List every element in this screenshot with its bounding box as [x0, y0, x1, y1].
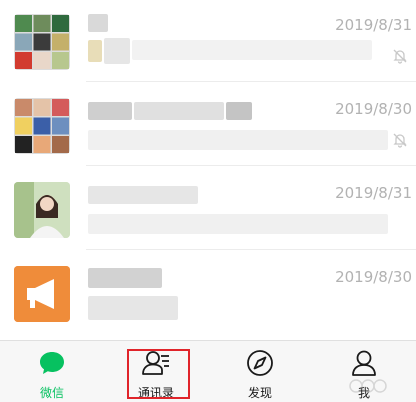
chat-preview-redacted	[88, 296, 178, 320]
mute-bell-icon	[393, 133, 407, 148]
tab-label: 微信	[39, 386, 64, 400]
divider	[86, 81, 416, 82]
chat-time: 2019/8/31	[335, 184, 412, 202]
divider	[86, 249, 416, 250]
chat-bubble-icon	[40, 352, 64, 374]
chat-preview-redacted	[88, 130, 388, 150]
contact-avatar	[14, 182, 70, 238]
tab-discover[interactable]: 发现	[208, 341, 312, 402]
watermark-logo	[349, 379, 387, 393]
chat-list-item[interactable]: 2019/8/30	[0, 84, 416, 166]
mute-bell-icon	[393, 49, 407, 64]
compass-icon	[247, 350, 273, 376]
group-avatar	[14, 14, 70, 70]
megaphone-avatar	[14, 266, 70, 322]
chat-preview-redacted	[104, 38, 130, 64]
chat-time: 2019/8/30	[335, 100, 412, 118]
chat-list-item[interactable]: 2019/8/30	[0, 252, 416, 334]
highlight-annotation-box	[127, 349, 190, 399]
tab-label: 发现	[247, 386, 272, 400]
person-icon	[352, 350, 376, 376]
chat-list-item[interactable]: 2019/8/31	[0, 168, 416, 250]
chat-preview-redacted	[88, 40, 102, 62]
chat-name-redacted	[88, 186, 198, 204]
chat-name-redacted	[134, 102, 224, 120]
chat-name-redacted	[226, 102, 252, 120]
divider	[86, 165, 416, 166]
chat-name-redacted	[88, 14, 108, 32]
tab-chats[interactable]: 微信	[0, 341, 104, 402]
chat-time: 2019/8/30	[335, 268, 412, 286]
chat-preview-redacted	[88, 214, 388, 234]
chat-name-redacted	[88, 102, 132, 120]
chat-preview-redacted	[132, 40, 372, 60]
chat-list-item[interactable]: 2019/8/31	[0, 0, 416, 82]
group-avatar	[14, 98, 70, 154]
chat-list[interactable]: 2019/8/31 2019/8/30 2019/8/31 2019/8/30	[0, 0, 416, 340]
chat-time: 2019/8/31	[335, 16, 412, 34]
chat-name-redacted	[88, 268, 162, 288]
